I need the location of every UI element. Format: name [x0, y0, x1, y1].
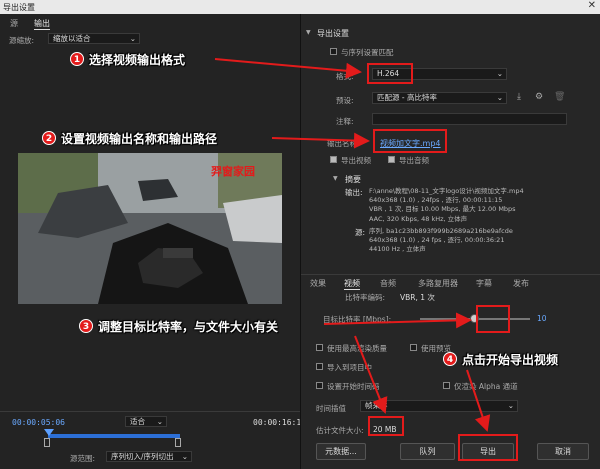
callout-2: 设置视频输出名称和输出路径 [61, 132, 218, 146]
annotation-arrows [214, 58, 491, 432]
arrow-1 [214, 58, 362, 79]
callout-1: 选择视频输出格式 [89, 53, 186, 67]
callout-number-2: 2 [42, 131, 56, 145]
arrow-4 [466, 369, 491, 432]
callout-number-1: 1 [70, 52, 84, 66]
callout-number-4: 4 [443, 352, 457, 366]
callout-number-3: 3 [79, 319, 93, 333]
callout-3: 调整目标比特率，与文件大小有关 [98, 320, 279, 334]
arrow-2 [271, 132, 370, 149]
callout-4: 点击开始导出视频 [462, 353, 559, 367]
arrow-3 [323, 312, 472, 329]
arrow-3b [354, 335, 388, 414]
